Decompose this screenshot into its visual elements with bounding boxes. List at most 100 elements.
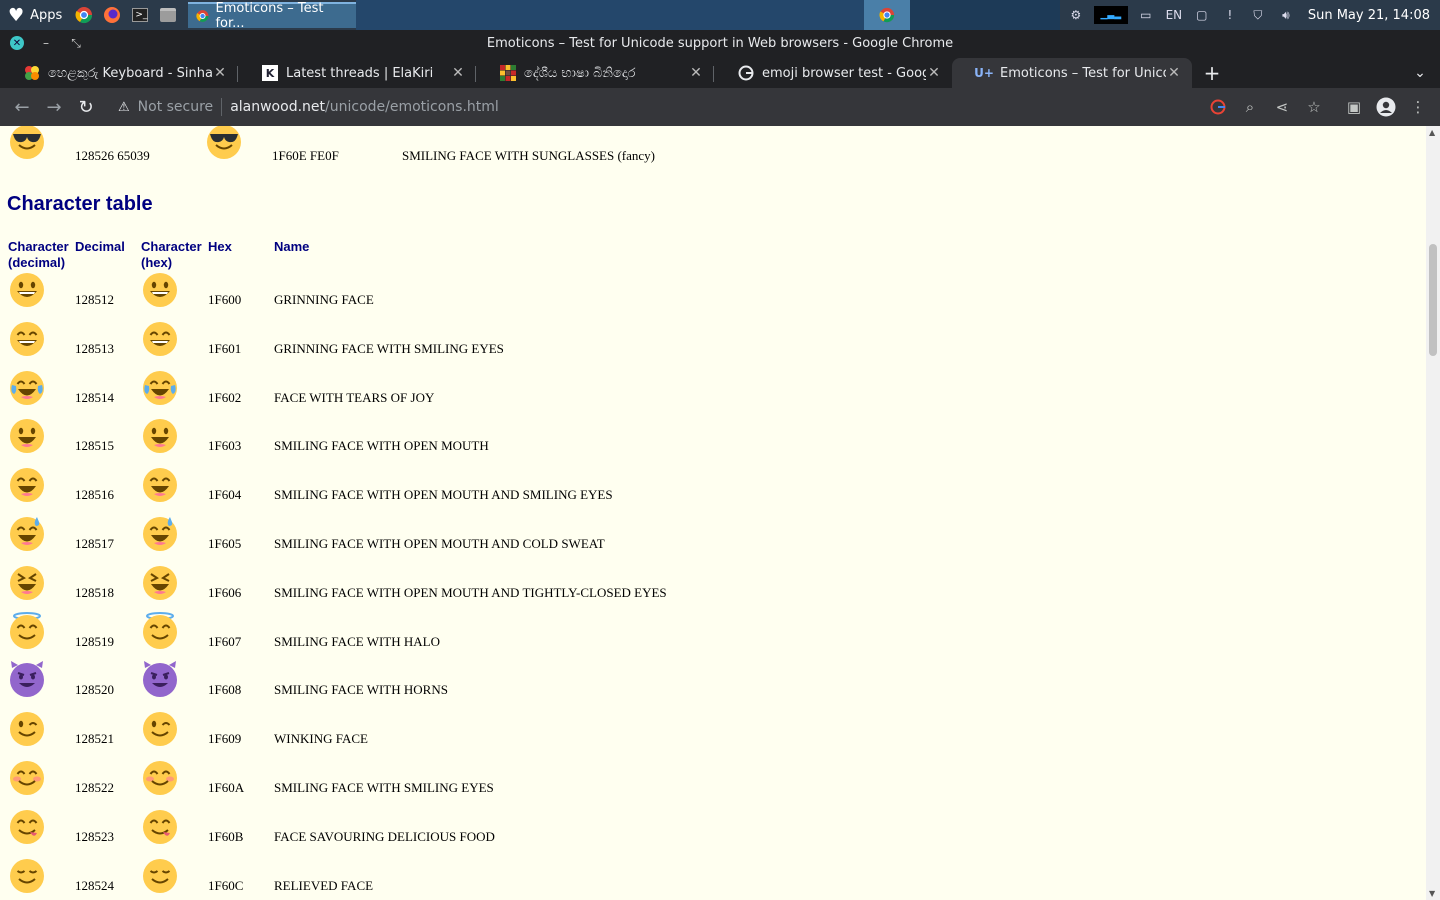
tab-close-icon[interactable]: ✕ [688, 65, 704, 81]
desktop-icon[interactable]: ▭ [1136, 6, 1156, 24]
back-arrow-icon[interactable]: ← [6, 91, 38, 123]
decimal-cell: 128515 [75, 438, 114, 453]
decimal-cell: 128516 [75, 487, 114, 502]
tab-google-search[interactable]: emoji browser test - Google S ✕ [714, 58, 952, 88]
emoji-character-hex [141, 807, 179, 845]
name-cell: GRINNING FACE [274, 292, 374, 307]
taskbar-chrome-window[interactable]: Emoticons – Test for... [188, 1, 357, 31]
decimal-cell: 128518 [75, 585, 114, 600]
decimal-cell: 128519 [75, 634, 114, 649]
window-maximize-icon[interactable]: ⤡ [68, 36, 84, 51]
files-launcher-icon[interactable] [154, 0, 182, 30]
decimal-cell: 128524 [75, 878, 114, 893]
apps-label: Apps [30, 7, 63, 23]
grid-icon [500, 65, 516, 81]
address-bar[interactable]: ⚠ Not secure alanwood.net/unicode/emotic… [110, 91, 1200, 123]
display-icon[interactable]: ▢ [1192, 6, 1212, 24]
hex-cell: 1F608 [208, 682, 242, 697]
tab-search-chevron-icon[interactable]: ⌄ [1400, 58, 1440, 88]
browser-toolbar: ← → ↻ ⚠ Not secure alanwood.net/unicode/… [0, 88, 1440, 126]
emoji-character-hex [141, 563, 179, 601]
window-close-icon[interactable]: ✕ [10, 36, 24, 50]
name-cell: SMILING FACE WITH HORNS [274, 682, 448, 697]
taskbar-window-label: Emoticons – Test for... [215, 1, 324, 31]
google-lens-icon[interactable] [1208, 97, 1228, 117]
system-tray: ⚙ ▁▃▂ ▭ EN ▢ ! ⛉ 🔊︎ Sun May 21, 14:08 [1059, 0, 1440, 30]
name-cell: SMILING FACE WITH OPEN MOUTH [274, 438, 489, 453]
emoji-character-hex [141, 270, 179, 308]
emoji-character-decimal [8, 270, 46, 308]
forward-arrow-icon[interactable]: → [38, 91, 70, 123]
side-panel-icon[interactable]: ▣ [1344, 97, 1364, 117]
emoji-character-decimal [8, 563, 46, 601]
emoji-character-hex [141, 465, 179, 503]
emoji-character-decimal [8, 514, 46, 552]
bookmark-star-icon[interactable]: ☆ [1304, 97, 1324, 117]
emoji-character-decimal [8, 319, 46, 357]
keyboard-layout-icon[interactable]: EN [1164, 6, 1184, 24]
workspace-switcher[interactable] [909, 0, 1060, 30]
new-tab-button[interactable]: + [1192, 58, 1232, 88]
decimal-cell: 128523 [75, 829, 114, 844]
warning-icon[interactable]: ⚠ [118, 100, 130, 115]
zoom-icon[interactable]: ⌕ [1240, 97, 1260, 117]
decimal-cell: 128514 [75, 390, 114, 405]
hex-cell: 1F600 [208, 292, 242, 307]
decimal-cell: 128517 [75, 536, 114, 551]
elakiri-icon: K [262, 65, 278, 81]
chrome-icon [196, 10, 209, 22]
tab-strip: හෙළකුරු Keyboard - Sinhala ✕ K Latest th… [0, 56, 1440, 88]
name-cell: SMILING FACE WITH SMILING EYES [274, 780, 494, 795]
hex-cell: 1F60C [208, 878, 244, 893]
scrollbar-thumb[interactable] [1429, 244, 1437, 356]
profile-avatar-icon[interactable] [1376, 97, 1396, 117]
reload-icon[interactable]: ↻ [70, 91, 102, 123]
emoji-character-hex [141, 709, 179, 747]
security-label[interactable]: Not secure [138, 99, 214, 115]
name-cell: SMILING FACE WITH OPEN MOUTH AND SMILING… [274, 487, 613, 502]
emoji-character-decimal [8, 856, 46, 894]
tab-close-icon[interactable]: ✕ [450, 65, 466, 81]
clock[interactable]: Sun May 21, 14:08 [1304, 8, 1434, 23]
cpu-graph-icon[interactable]: ▁▃▂ [1093, 6, 1128, 24]
url-path: /unicode/emoticons.html [325, 99, 499, 115]
decimal-cell: 128522 [75, 780, 114, 795]
name-cell: SMILING FACE WITH SUNGLASSES (fancy) [402, 148, 656, 163]
hex-cell: 1F60A [208, 780, 245, 795]
name-cell: WINKING FACE [274, 731, 368, 746]
tab-close-icon[interactable]: ✕ [926, 65, 942, 81]
share-icon[interactable]: ⋖ [1272, 97, 1292, 117]
emoji-character-decimal [8, 612, 46, 650]
scroll-down-icon[interactable]: ▼ [1429, 889, 1435, 898]
terminal-launcher-icon[interactable]: >_ [126, 0, 154, 30]
tab-label: Emoticons – Test for Unicode [1000, 65, 1166, 81]
window-minimize-icon[interactable]: – [38, 36, 54, 50]
page-scrollbar[interactable]: ▲ ▼ [1426, 126, 1440, 900]
volume-icon[interactable]: 🔊︎ [1276, 6, 1296, 24]
flower-icon [24, 65, 40, 81]
firefox-launcher-icon[interactable] [98, 0, 126, 30]
decimal-cell: 128526 65039 [75, 148, 150, 163]
apps-menu[interactable]: ♥ Apps [0, 0, 70, 30]
tab-close-icon[interactable]: ✕ [212, 65, 228, 81]
decimal-cell: 128512 [75, 292, 114, 307]
emoji-character-hex [205, 126, 243, 160]
scroll-up-icon[interactable]: ▲ [1429, 128, 1435, 137]
tab-close-icon[interactable]: ✕ [1166, 65, 1182, 81]
shield-icon[interactable]: ⛉ [1248, 6, 1268, 24]
hex-cell: 1F605 [208, 536, 242, 551]
tab-elakiri[interactable]: K Latest threads | ElaKiri ✕ [238, 58, 476, 88]
workspace-chrome-icon[interactable] [863, 0, 910, 30]
clipboard-icon[interactable]: ! [1220, 6, 1240, 24]
name-cell: RELIEVED FACE [274, 878, 374, 893]
window-title: Emoticons – Test for Unicode support in … [486, 35, 954, 51]
hex-cell: 1F60E FE0F [272, 148, 339, 163]
url-text[interactable]: alanwood.net/unicode/emoticons.html [230, 99, 499, 115]
chrome-launcher-icon[interactable] [70, 0, 98, 30]
menu-kebab-icon[interactable]: ⋮ [1408, 97, 1428, 117]
settings-icon[interactable]: ⚙ [1066, 6, 1086, 24]
window-titlebar: ✕ – ⤡ Emoticons – Test for Unicode suppo… [0, 30, 1440, 56]
tab-helakuru[interactable]: හෙළකුරු Keyboard - Sinhala ✕ [0, 58, 238, 88]
tab-deshiya[interactable]: දේශීය භාෂා බිනිදොර ✕ [476, 58, 714, 88]
tab-emoticons[interactable]: U+ Emoticons – Test for Unicode ✕ [952, 58, 1192, 88]
